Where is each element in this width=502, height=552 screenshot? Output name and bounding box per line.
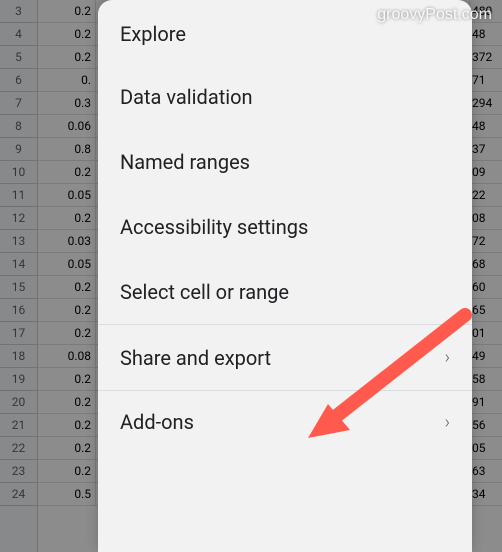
row-header: 13 [0,230,37,253]
cell: 63 [470,460,502,482]
cell: 294 [470,92,502,114]
cell: 0.2 [38,299,96,321]
cell: 91 [470,391,502,413]
chevron-right-icon: › [445,347,450,368]
cell: 372 [470,46,502,68]
cell: 72 [470,230,502,252]
cell: 0.2 [38,0,96,22]
row-header: 24 [0,483,37,506]
row-header: 17 [0,322,37,345]
menu-item-data-validation[interactable]: Data validation [98,64,472,129]
cell: 0.06 [38,115,96,137]
cell: 0.08 [38,345,96,367]
bottom-sheet-menu: Explore Data validation Named ranges Acc… [98,0,472,552]
cell: 05 [470,437,502,459]
cell: 34 [470,483,502,505]
cell: 71 [470,69,502,91]
menu-item-named-ranges[interactable]: Named ranges [98,129,472,194]
cell: 0.2 [38,207,96,229]
menu-label: Data validation [120,85,253,109]
row-header: 23 [0,460,37,483]
menu-label: Accessibility settings [120,215,308,239]
menu-label: Share and export [120,346,271,370]
row-header: 9 [0,138,37,161]
cell: 0.05 [38,184,96,206]
cell: 0.2 [38,437,96,459]
cell: 22 [470,184,502,206]
cell: 68 [470,253,502,275]
menu-label: Add-ons [120,410,194,434]
cell: 0.2 [38,23,96,45]
row-header: 10 [0,161,37,184]
row-header: 12 [0,207,37,230]
row-header: 4 [0,23,37,46]
cell: 09 [470,161,502,183]
row-header: 7 [0,92,37,115]
menu-item-accessibility-settings[interactable]: Accessibility settings [98,194,472,259]
row-header: 3 [0,0,37,23]
menu-label: Named ranges [120,150,250,174]
row-header: 20 [0,391,37,414]
menu-item-select-cell-or-range[interactable]: Select cell or range [98,259,472,324]
row-header: 22 [0,437,37,460]
cell: 0.2 [38,322,96,344]
row-headers: 3456789101112131415161718192021222324 [0,0,38,552]
menu-label: Select cell or range [120,280,289,304]
row-header: 16 [0,299,37,322]
row-header: 21 [0,414,37,437]
row-header: 5 [0,46,37,69]
cell: 01 [470,322,502,344]
cell: 0.2 [38,391,96,413]
cell: 58 [470,368,502,390]
menu-item-add-ons[interactable]: Add-ons › [98,391,472,453]
cell: 56 [470,414,502,436]
cell: 0.3 [38,92,96,114]
row-header: 14 [0,253,37,276]
cell: 0.03 [38,230,96,252]
cell: 37 [470,138,502,160]
cell: 0. [38,69,96,91]
cell: 48 [470,115,502,137]
row-header: 6 [0,69,37,92]
row-header: 15 [0,276,37,299]
cell: 0.2 [38,276,96,298]
cell: 48 [470,23,502,45]
watermark-text: groovyPost.com [377,6,492,24]
cell: 0.2 [38,414,96,436]
row-header: 19 [0,368,37,391]
cell: 0.2 [38,161,96,183]
cell: 0.8 [38,138,96,160]
menu-label: Explore [120,22,186,46]
row-header: 11 [0,184,37,207]
cell: 08 [470,207,502,229]
cell: 0.2 [38,46,96,68]
cell: 65 [470,299,502,321]
menu-item-share-and-export[interactable]: Share and export › [98,325,472,390]
cell: 0.05 [38,253,96,275]
row-header: 8 [0,115,37,138]
cell: 60 [470,276,502,298]
cell: 0.5 [38,483,96,505]
cell: 49 [470,345,502,367]
row-header: 18 [0,345,37,368]
chevron-right-icon: › [445,412,450,433]
cell: 0.2 [38,368,96,390]
cell: 0.2 [38,460,96,482]
